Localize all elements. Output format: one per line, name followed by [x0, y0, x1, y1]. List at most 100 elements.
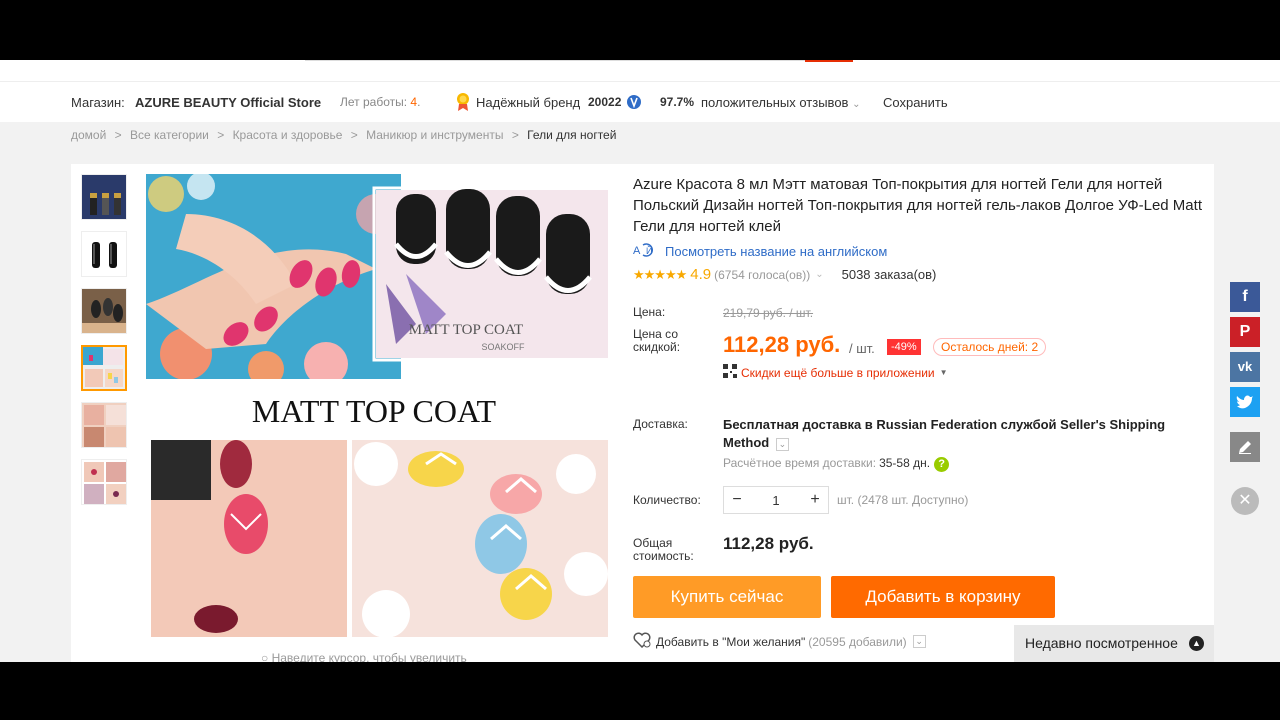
close-icon[interactable]: ✕: [1231, 487, 1259, 515]
add-to-wishlist-link[interactable]: Добавить в "Мои желания" (20595 добавили…: [633, 632, 926, 651]
search-bar-edge[interactable]: [305, 60, 805, 61]
help-icon[interactable]: ?: [934, 457, 950, 472]
thumbnail-1[interactable]: [81, 174, 127, 220]
product-info: Azure Красота 8 мл Мэтт матовая Топ-покр…: [633, 174, 1203, 649]
twitter-share-icon[interactable]: [1230, 387, 1260, 417]
translate-title-link[interactable]: AЙ Посмотреть название на английском: [633, 242, 1203, 261]
breadcrumb: домой > Все категории > Красота и здоров…: [71, 128, 616, 142]
thumbnail-2[interactable]: [81, 231, 127, 277]
store-label: Магазин:: [71, 95, 125, 110]
facebook-share-icon[interactable]: f: [1230, 282, 1260, 312]
heart-icon: [633, 632, 651, 651]
thumbnail-6[interactable]: [81, 459, 127, 505]
quantity-label: Количество:: [633, 493, 701, 507]
image-headline: MATT TOP COAT: [252, 393, 497, 429]
total-label: Общая стоимость:: [633, 536, 694, 563]
recently-viewed-panel[interactable]: Недавно посмотренное ▲: [1014, 625, 1214, 662]
header-strip: [0, 60, 1280, 82]
trusted-brand-medal-icon: [455, 92, 471, 115]
search-button-edge[interactable]: [805, 60, 853, 62]
positive-feedback-label: положительных отзывов: [701, 95, 849, 110]
quantity-input[interactable]: 1: [750, 493, 802, 508]
quantity-stepper: − 1 +: [723, 486, 829, 514]
thumbnail-3[interactable]: [81, 288, 127, 334]
recently-viewed-label: Недавно посмотренное: [1025, 635, 1178, 651]
store-name-link[interactable]: AZURE BEAUTY Official Store: [135, 95, 321, 110]
rating-votes-link[interactable]: (6754 голоса(ов)): [714, 268, 810, 282]
save-store-button[interactable]: Сохранить: [883, 95, 948, 110]
price-label: Цена:: [633, 305, 666, 319]
days-left-badge: Осталось дней: 2: [933, 338, 1047, 356]
pinterest-share-icon[interactable]: P: [1230, 317, 1260, 347]
breadcrumb-separator: >: [511, 128, 519, 142]
chevron-up-icon[interactable]: ▲: [1189, 636, 1204, 651]
store-years-label: Лет работы:: [340, 95, 408, 109]
svg-text:Й: Й: [646, 245, 652, 256]
translate-title-label: Посмотреть название на английском: [665, 244, 888, 259]
inset-subtitle: SOAKOFF: [481, 342, 525, 352]
qr-code-icon: [723, 364, 737, 381]
app-discount-link[interactable]: Скидки ещё больше в приложении ▼: [723, 364, 948, 381]
store-score: 20022: [588, 95, 622, 109]
product-title: Azure Красота 8 мл Мэтт матовая Топ-покр…: [633, 176, 1202, 235]
buy-now-button[interactable]: Купить сейчас: [633, 576, 821, 618]
orders-count: 5038 заказа(ов): [841, 267, 937, 282]
positive-feedback-dropdown[interactable]: положительных отзывов ⌄: [701, 95, 860, 110]
delivery-label: Доставка:: [633, 417, 688, 431]
zoom-hint-text: Наведите курсор, чтобы увеличить: [271, 651, 467, 662]
breadcrumb-separator: >: [217, 128, 225, 142]
breadcrumb-nail-gels[interactable]: Гели для ногтей: [527, 128, 616, 142]
video-letterbox-bottom: [0, 662, 1280, 720]
breadcrumb-separator: >: [114, 128, 122, 142]
delivery-time-value: 35-58 дн.: [879, 456, 931, 470]
rating-stars: ★★★★★: [633, 266, 687, 282]
delivery-method-dropdown[interactable]: Бесплатная доставка в Russian Federation…: [723, 416, 1193, 452]
translate-icon: AЙ: [633, 242, 657, 261]
inset-title: MATT TOP COAT: [409, 322, 523, 338]
thumbnail-list: [81, 174, 129, 516]
chevron-down-icon: ⌄: [775, 438, 789, 451]
breadcrumb-beauty-health[interactable]: Красота и здоровье: [233, 128, 343, 142]
quantity-increase-button[interactable]: +: [802, 491, 828, 509]
add-to-cart-button[interactable]: Добавить в корзину: [831, 576, 1055, 618]
breadcrumb-manicure[interactable]: Маникюр и инструменты: [366, 128, 503, 142]
chevron-down-icon[interactable]: ⌄: [912, 635, 926, 648]
wishlist-count: (20595 добавили): [808, 634, 907, 649]
edit-pencil-icon[interactable]: [1230, 432, 1260, 462]
trusted-brand-label: Надёжный бренд: [476, 95, 581, 110]
discount-price-label: Цена со скидкой:: [633, 327, 681, 354]
breadcrumb-all-categories[interactable]: Все категории: [130, 128, 209, 142]
original-price: 219,79 руб. / шт.: [723, 306, 814, 320]
delivery-method-text: Бесплатная доставка в Russian Federation…: [723, 417, 1166, 450]
video-letterbox-top: [0, 0, 1280, 60]
feedback-badge-icon: [626, 94, 642, 113]
price-block: Цена: 219,79 руб. / шт. Цена со скидкой:…: [633, 298, 1203, 398]
vk-share-icon[interactable]: vk: [1230, 352, 1260, 382]
chevron-down-icon[interactable]: ⌄: [815, 269, 823, 280]
thumbnail-4-selected[interactable]: [81, 345, 127, 391]
store-years-dot: .: [417, 95, 421, 109]
rating-row: ★★★★★ 4.9 (6754 голоса(ов)) ⌄ 5038 заказ…: [633, 266, 1203, 283]
discount-badge: -49%: [887, 339, 921, 355]
thumbnail-5[interactable]: [81, 402, 127, 448]
stock-available: шт. (2478 шт. Доступно): [837, 493, 969, 507]
delivery-time: Расчётное время доставки: 35-58 дн.?: [723, 456, 950, 472]
total-price: 112,28 руб.: [723, 534, 814, 553]
discount-price: 112,28 руб.: [723, 332, 841, 357]
breadcrumb-home[interactable]: домой: [71, 128, 106, 142]
price-unit: / шт.: [849, 341, 875, 356]
breadcrumb-separator: >: [350, 128, 358, 142]
chevron-down-icon: ⌄: [852, 99, 861, 110]
zoom-icon: ○: [261, 651, 269, 662]
rating-score: 4.9: [690, 266, 712, 283]
delivery-time-label: Расчётное время доставки:: [723, 456, 877, 470]
caret-down-icon: ▼: [939, 368, 948, 377]
svg-text:A: A: [633, 245, 641, 257]
positive-percent: 97.7%: [660, 95, 695, 109]
quantity-decrease-button[interactable]: −: [724, 491, 750, 509]
store-years: Лет работы: 4.: [340, 95, 420, 109]
product-main-image[interactable]: MATT TOP COAT SOAKOFF MATT TOP COAT: [146, 174, 608, 642]
store-info-bar: Магазин: AZURE BEAUTY Official Store Лет…: [0, 82, 1280, 122]
zoom-hint: ○ Наведите курсор, чтобы увеличить: [261, 651, 467, 662]
product-page: Магазин: AZURE BEAUTY Official Store Лет…: [0, 60, 1280, 662]
